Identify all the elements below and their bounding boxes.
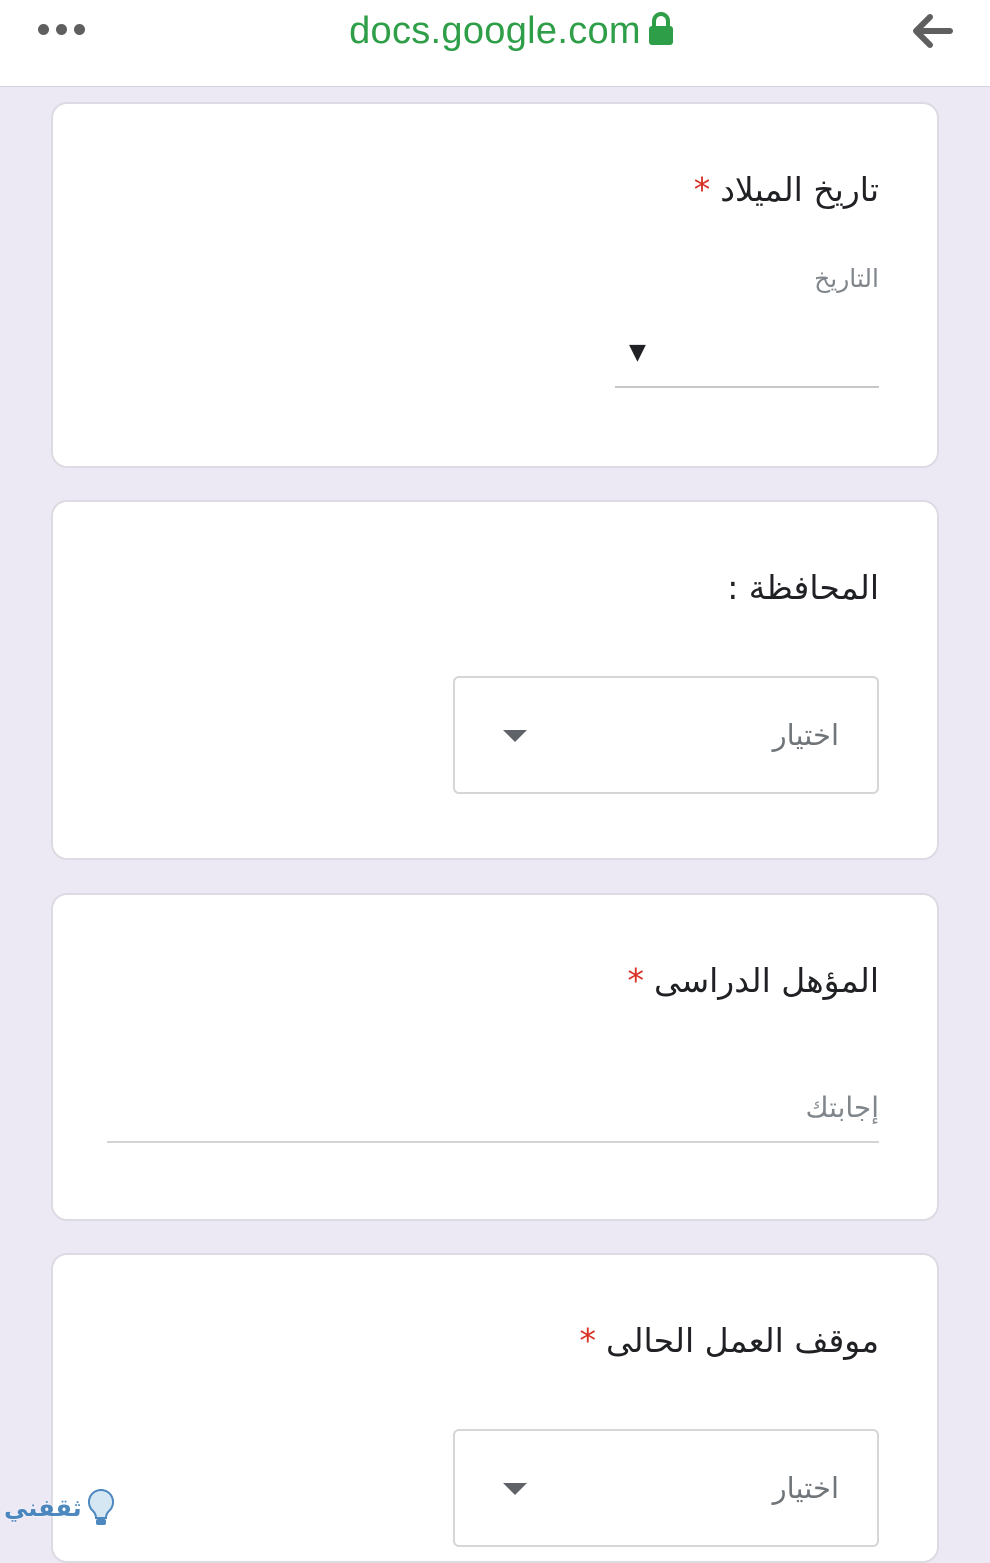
required-marker: * bbox=[693, 170, 711, 209]
question-title: موقف العمل الحالى* bbox=[580, 1321, 880, 1360]
question-card-work-status: موقف العمل الحالى* اختيار bbox=[51, 1253, 939, 1563]
watermark-text: ثقفني bbox=[4, 1494, 82, 1522]
required-marker: * bbox=[579, 1321, 597, 1360]
question-card-birthdate: تاريخ الميلاد* التاريخ ▼ bbox=[51, 102, 939, 468]
question-card-governorate: المحافظة : اختيار bbox=[51, 500, 939, 860]
back-arrow-icon[interactable] bbox=[910, 12, 954, 50]
select-placeholder: اختيار bbox=[772, 1471, 839, 1505]
question-title-text: تاريخ الميلاد bbox=[720, 170, 879, 209]
work-status-select[interactable]: اختيار bbox=[453, 1429, 879, 1547]
chevron-down-icon bbox=[503, 1483, 527, 1495]
answer-input[interactable]: إجابتك bbox=[806, 1091, 879, 1124]
date-field-label: التاريخ bbox=[814, 264, 879, 293]
select-placeholder: اختيار bbox=[772, 718, 839, 752]
browser-top-bar: docs.google.com bbox=[0, 0, 990, 87]
url-text[interactable]: docs.google.com bbox=[0, 10, 990, 53]
question-title-text: موقف العمل الحالى bbox=[606, 1321, 879, 1360]
question-card-qualification: المؤهل الدراسى* إجابتك bbox=[51, 893, 939, 1221]
date-input-underline[interactable] bbox=[615, 386, 879, 388]
watermark: ثقفني bbox=[4, 1488, 116, 1528]
question-title-text: المحافظة : bbox=[727, 568, 879, 607]
lock-icon bbox=[649, 12, 673, 45]
governorate-select[interactable]: اختيار bbox=[453, 676, 879, 794]
question-title: تاريخ الميلاد* bbox=[694, 170, 879, 209]
answer-input-underline[interactable] bbox=[107, 1141, 879, 1143]
required-marker: * bbox=[627, 961, 644, 1000]
date-dropdown-caret-icon[interactable]: ▼ bbox=[629, 340, 646, 365]
chevron-down-icon bbox=[503, 730, 527, 742]
question-title-text: المؤهل الدراسى bbox=[653, 961, 879, 1000]
lightbulb-icon bbox=[87, 1488, 114, 1525]
question-title: المؤهل الدراسى* bbox=[627, 961, 879, 1000]
